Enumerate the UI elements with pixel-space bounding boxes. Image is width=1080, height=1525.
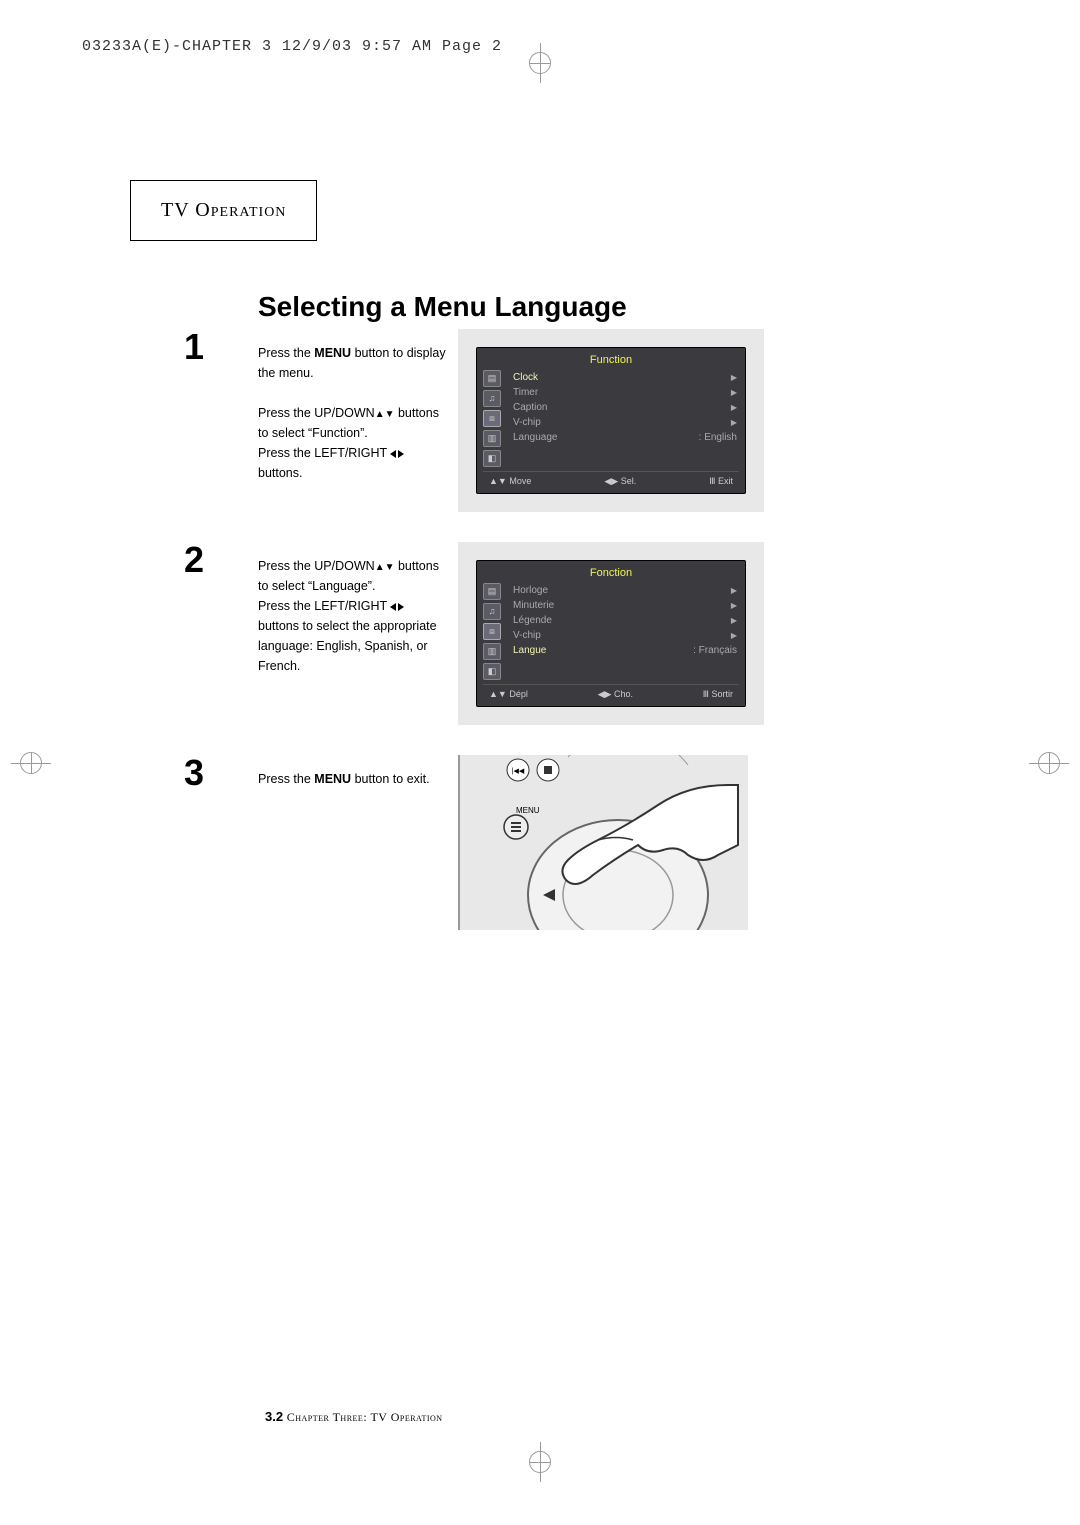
left-right-arrows-icon xyxy=(390,446,404,460)
step-number: 2 xyxy=(130,542,258,578)
page: 03233A(E)-CHAPTER 3 12/9/03 9:57 AM Page… xyxy=(0,0,1080,1525)
osd-icon-column: ▤ ♫ ⧈ ▥ ◧ xyxy=(483,583,511,680)
osd-item: V-chip▶ xyxy=(511,628,739,643)
osd-list: Horloge▶ Minuterie▶ Légende▶ V-chip▶ Lan… xyxy=(511,583,739,680)
section-title: TV Operation xyxy=(161,199,286,221)
menu-label: MENU xyxy=(516,806,540,815)
crop-mark-left xyxy=(20,752,42,774)
osd-footer: ▲▼ Dépl ◀▶ Cho. Ⅲ Sortir xyxy=(483,684,739,700)
osd-tab-icon: ⧈ xyxy=(483,410,501,427)
remote-illustration: |◀◀ MENU xyxy=(458,755,748,930)
osd: Function ▤ ♫ ⧈ ▥ ◧ Clock▶ Timer▶ Capti xyxy=(476,347,746,494)
osd: Fonction ▤ ♫ ⧈ ▥ ◧ Horloge▶ Minuterie▶ xyxy=(476,560,746,707)
osd-tab-icon: ♫ xyxy=(483,390,501,407)
osd-tab-icon: ▥ xyxy=(483,643,501,660)
section-title-box: TV Operation xyxy=(130,180,317,241)
step-text: Press the MENU button to display the men… xyxy=(258,343,458,483)
page-footer: 3.2 Chapter Three: TV Operation xyxy=(265,1409,443,1425)
chapter-label: Chapter Three: TV Operation xyxy=(287,1410,443,1424)
osd-icon-column: ▤ ♫ ⧈ ▥ ◧ xyxy=(483,370,511,467)
remote-svg: |◀◀ MENU xyxy=(478,755,748,930)
osd-tab-icon: ♫ xyxy=(483,603,501,620)
page-title: Selecting a Menu Language xyxy=(258,291,950,323)
step-text: Press the MENU button to exit. xyxy=(258,769,458,789)
crop-mark-right xyxy=(1038,752,1060,774)
svg-text:|◀◀: |◀◀ xyxy=(512,768,525,775)
osd-tab-icon: ⧈ xyxy=(483,623,501,640)
up-down-arrows-icon xyxy=(375,559,395,573)
osd-tab-icon: ▥ xyxy=(483,430,501,447)
crop-mark-top xyxy=(529,52,551,74)
step-1: 1 Press the MENU button to display the m… xyxy=(130,329,950,512)
osd-tab-icon: ◧ xyxy=(483,450,501,467)
step-text: Press the UP/DOWN buttons to select “Lan… xyxy=(258,556,458,676)
osd-list: Clock▶ Timer▶ Caption▶ V-chip▶ Language:… xyxy=(511,370,739,467)
osd-item: Horloge▶ xyxy=(511,583,739,598)
osd-title: Function xyxy=(483,354,739,366)
osd-footer: ▲▼ Move ◀▶ Sel. Ⅲ Exit xyxy=(483,471,739,487)
content: TV Operation Selecting a Menu Language 1… xyxy=(130,180,950,960)
page-number: 3.2 xyxy=(265,1409,283,1424)
osd-tab-icon: ▤ xyxy=(483,370,501,387)
crop-mark-bottom xyxy=(529,1451,551,1473)
osd-tab-icon: ◧ xyxy=(483,663,501,680)
osd-item: Caption▶ xyxy=(511,400,739,415)
osd-screenshot-1: Function ▤ ♫ ⧈ ▥ ◧ Clock▶ Timer▶ Capti xyxy=(458,329,764,512)
osd-screenshot-2: Fonction ▤ ♫ ⧈ ▥ ◧ Horloge▶ Minuterie▶ xyxy=(458,542,764,725)
osd-item: Langue: Français xyxy=(511,643,739,658)
osd-title: Fonction xyxy=(483,567,739,579)
osd-item: Minuterie▶ xyxy=(511,598,739,613)
step-number: 1 xyxy=(130,329,258,365)
step-3: 3 Press the MENU button to exit. |◀◀ MEN… xyxy=(130,755,950,930)
osd-item: Timer▶ xyxy=(511,385,739,400)
osd-item: Légende▶ xyxy=(511,613,739,628)
osd-item: Language: English xyxy=(511,430,739,445)
osd-tab-icon: ▤ xyxy=(483,583,501,600)
up-down-arrows-icon xyxy=(375,406,395,420)
left-right-arrows-icon xyxy=(390,599,404,613)
osd-item: Clock▶ xyxy=(511,370,739,385)
step-number: 3 xyxy=(130,755,258,791)
step-2: 2 Press the UP/DOWN buttons to select “L… xyxy=(130,542,950,725)
osd-item: V-chip▶ xyxy=(511,415,739,430)
print-header: 03233A(E)-CHAPTER 3 12/9/03 9:57 AM Page… xyxy=(82,38,502,55)
